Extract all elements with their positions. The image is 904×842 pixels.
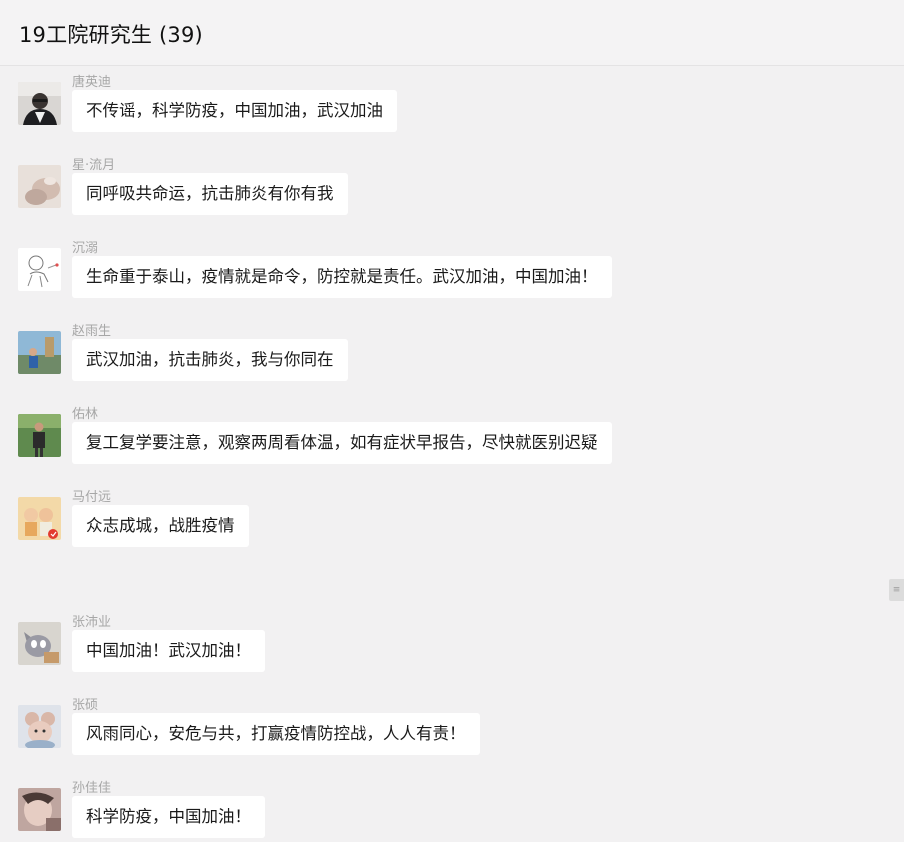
message-bubble[interactable]: 武汉加油，抗击肺炎，我与你同在	[72, 339, 348, 381]
sender-name: 唐英迪	[72, 75, 112, 90]
message-bubble[interactable]: 众志成城，战胜疫情	[72, 505, 249, 547]
side-tab-icon[interactable]: ≡	[889, 579, 904, 601]
profile-photo-icon	[18, 165, 61, 208]
sender-name: 赵雨生	[72, 324, 112, 339]
message-bubble[interactable]: 生命重于泰山，疫情就是命令，防控就是责任。武汉加油，中国加油！	[72, 256, 612, 298]
sender-name: 沉溺	[72, 241, 99, 256]
avatar[interactable]	[18, 248, 61, 291]
profile-photo-icon	[18, 414, 61, 457]
message-bubble[interactable]: 风雨同心，安危与共，打赢疫情防控战，人人有责！	[72, 713, 480, 755]
profile-photo-icon	[18, 331, 61, 374]
sender-name: 张沛业	[72, 615, 112, 630]
avatar[interactable]	[18, 497, 61, 540]
sender-name: 星·流月	[72, 158, 116, 173]
sender-name: 佑林	[72, 407, 99, 422]
avatar[interactable]	[18, 622, 61, 665]
avatar[interactable]	[18, 331, 61, 374]
cartoon-avatar-icon	[18, 705, 61, 748]
message-bubble[interactable]: 同呼吸共命运，抗击肺炎有你有我	[72, 173, 348, 215]
profile-photo-icon	[18, 497, 61, 540]
message-bubble[interactable]: 复工复学要注意，观察两周看体温，如有症状早报告，尽快就医别迟疑	[72, 422, 612, 464]
message-bubble[interactable]: 中国加油！武汉加油！	[72, 630, 265, 672]
avatar[interactable]	[18, 414, 61, 457]
cartoon-avatar-icon	[18, 622, 61, 665]
avatar[interactable]	[18, 165, 61, 208]
sketch-avatar-icon	[18, 248, 61, 291]
message-bubble[interactable]: 科学防疫，中国加油！	[72, 796, 265, 838]
chat-header: 19工院研究生 (39)	[0, 0, 904, 66]
chat-title: 19工院研究生 (39)	[19, 23, 203, 47]
avatar[interactable]	[18, 82, 61, 125]
avatar[interactable]	[18, 705, 61, 748]
profile-photo-icon	[18, 788, 61, 831]
sender-name: 张硕	[72, 698, 99, 713]
sender-name: 孙佳佳	[72, 781, 112, 796]
avatar[interactable]	[18, 788, 61, 831]
sender-name: 马付远	[72, 490, 112, 505]
message-bubble[interactable]: 不传谣，科学防疫，中国加油，武汉加油	[72, 90, 397, 132]
profile-photo-icon	[18, 82, 61, 125]
